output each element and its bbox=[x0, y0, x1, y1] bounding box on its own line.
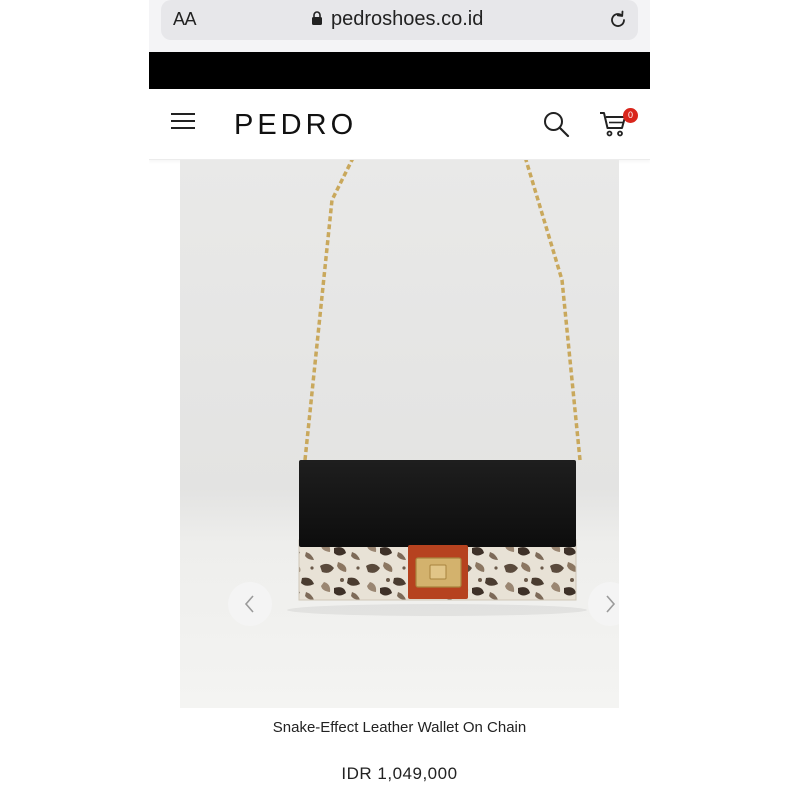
site-logo[interactable]: PEDRO bbox=[234, 109, 357, 142]
url-text[interactable]: pedroshoes.co.id bbox=[331, 8, 483, 31]
chevron-left-icon bbox=[244, 595, 254, 613]
menu-icon[interactable] bbox=[171, 113, 195, 133]
product-price: IDR 1,049,000 bbox=[341, 764, 458, 783]
browser-chrome: AA pedroshoes.co.id bbox=[149, 0, 650, 52]
chevron-right-icon bbox=[606, 595, 616, 613]
product-title[interactable]: Snake-Effect Leather Wallet On Chain bbox=[249, 716, 550, 740]
address-bar[interactable]: AA pedroshoes.co.id bbox=[161, 0, 638, 40]
search-icon[interactable] bbox=[542, 110, 570, 138]
announcement-bar bbox=[149, 52, 650, 89]
phone-screen: AA pedroshoes.co.id PEDRO 0 Snake-Effect… bbox=[149, 0, 650, 800]
prev-image-button[interactable] bbox=[228, 582, 272, 626]
reload-icon[interactable] bbox=[607, 9, 629, 31]
text-size-label: AA bbox=[173, 9, 197, 29]
lock-icon bbox=[312, 11, 322, 25]
product-image[interactable] bbox=[180, 160, 619, 708]
cart-count-badge: 0 bbox=[623, 108, 638, 123]
next-image-button[interactable] bbox=[588, 582, 619, 626]
text-size-button[interactable]: AA bbox=[173, 9, 197, 30]
site-header: PEDRO 0 bbox=[149, 89, 650, 160]
